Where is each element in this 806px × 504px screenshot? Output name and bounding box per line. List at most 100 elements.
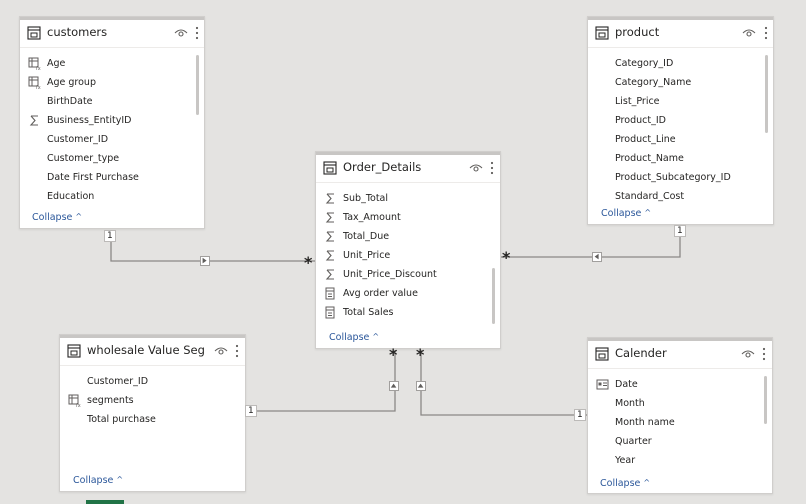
collapse-label: Collapse [329, 332, 370, 343]
relationship-line-wholesale [245, 350, 396, 412]
field-row[interactable]: Product_Line [588, 131, 763, 150]
field-row[interactable]: fx Age group [20, 74, 194, 93]
field-label: Date First Purchase [47, 172, 139, 183]
calculated-column-icon: fx [28, 57, 41, 70]
field-label: Unit_Price [343, 250, 391, 261]
field-row[interactable]: Total_Due [316, 228, 490, 247]
card-title: Order_Details [343, 160, 422, 174]
collapse-link[interactable]: Collapse ^ [73, 475, 123, 486]
visibility-eye-icon[interactable] [741, 349, 755, 359]
field-list[interactable]: Date Month Month name Quarter Year [588, 376, 772, 472]
table-icon [595, 347, 609, 361]
card-header[interactable]: Calender [588, 341, 772, 369]
scrollbar[interactable] [764, 376, 767, 424]
field-list[interactable]: fx Age fx Age group BirthDate Business_Entity… [20, 55, 204, 207]
field-row[interactable]: Product_Subcategory_ID [588, 169, 763, 188]
card-header[interactable]: customers [20, 20, 204, 48]
field-row[interactable]: Total Sales [316, 304, 490, 323]
field-row[interactable]: Tax_Amount [316, 209, 490, 228]
card-header[interactable]: product [588, 20, 773, 48]
field-row[interactable]: Date First Purchase [20, 169, 194, 188]
field-row[interactable]: Avg order value [316, 285, 490, 304]
scrollbar[interactable] [196, 55, 199, 115]
field-label: segments [87, 395, 134, 406]
table-card-product[interactable]: product Category_ID Category_Name List_Pri… [587, 16, 774, 225]
cardinality-one-product: 1 [674, 225, 686, 237]
collapse-label: Collapse [32, 212, 73, 223]
more-options-icon[interactable] [490, 161, 494, 175]
field-row[interactable]: Customer_type [20, 150, 194, 169]
calculated-column-icon: fx [28, 76, 41, 89]
visibility-eye-icon[interactable] [214, 346, 228, 356]
scrollbar[interactable] [492, 268, 495, 324]
field-row[interactable]: Business_EntityID [20, 112, 194, 131]
field-row[interactable]: BirthDate [20, 93, 194, 112]
field-row[interactable]: Unit_Price [316, 247, 490, 266]
scrollbar[interactable] [765, 55, 768, 133]
field-list[interactable]: Sub_Total Tax_Amount Total_Due Unit_Price Un… [316, 190, 500, 324]
field-row[interactable]: Standard_Cost [588, 188, 763, 203]
field-label: Customer_ID [87, 376, 149, 387]
field-label: Total Sales [343, 307, 394, 318]
more-options-icon[interactable] [762, 347, 766, 361]
field-row[interactable]: Year [588, 452, 762, 471]
card-title: product [615, 25, 660, 39]
calculated-column-icon: fx [68, 394, 81, 407]
field-row[interactable]: Product_Name [588, 150, 763, 169]
visibility-eye-icon[interactable] [174, 28, 188, 38]
field-label: Sub_Total [343, 193, 389, 204]
field-row[interactable]: List_Price [588, 93, 763, 112]
svg-text:fx: fx [36, 66, 41, 70]
field-row[interactable]: fx Age [20, 55, 194, 74]
table-card-calender[interactable]: Calender Date Month Month name Quarter Year … [587, 337, 773, 494]
field-row[interactable]: Education [20, 188, 194, 207]
field-row[interactable]: fx segments [60, 392, 235, 411]
filter-direction-arrow-icon[interactable] [416, 381, 426, 391]
field-row[interactable]: Category_Name [588, 74, 763, 93]
visibility-eye-icon[interactable] [742, 28, 756, 38]
field-label: BirthDate [47, 96, 93, 107]
table-card-order-details[interactable]: Order_Details Sub_Total Tax_Amount Total_D… [315, 151, 501, 349]
table-icon [27, 26, 41, 40]
table-icon [67, 344, 81, 358]
table-card-customers[interactable]: customers fx Age fx Age group BirthDate Busin… [19, 16, 205, 229]
more-options-icon[interactable] [195, 26, 199, 40]
visibility-eye-icon[interactable] [469, 163, 483, 173]
field-row[interactable]: Unit_Price_Discount [316, 266, 490, 285]
collapse-label: Collapse [600, 478, 641, 489]
field-label: Quarter [615, 436, 652, 447]
collapse-link[interactable]: Collapse ^ [601, 208, 651, 219]
collapse-link[interactable]: Collapse ^ [32, 212, 82, 223]
field-list[interactable]: Category_ID Category_Name List_Price Produc… [588, 55, 773, 203]
field-row[interactable]: Quarter [588, 433, 762, 452]
card-title: wholesale Value Seg... [87, 343, 205, 357]
collapse-link[interactable]: Collapse ^ [600, 478, 650, 489]
page-tab-indicator[interactable] [86, 500, 124, 504]
field-row[interactable]: Total purchase [60, 411, 235, 430]
more-options-icon[interactable] [764, 26, 768, 40]
filter-direction-arrow-icon[interactable] [200, 256, 210, 266]
field-label: Unit_Price_Discount [343, 269, 437, 280]
card-header[interactable]: wholesale Value Seg... [60, 338, 245, 366]
field-label: Month name [615, 417, 675, 428]
filter-direction-arrow-icon[interactable] [389, 381, 399, 391]
field-row[interactable]: Month name [588, 414, 762, 433]
field-list[interactable]: Customer_IDfx segments Total purchase [60, 373, 245, 433]
collapse-link[interactable]: Collapse ^ [329, 332, 379, 343]
field-row[interactable]: Customer_ID [60, 373, 235, 392]
field-row[interactable]: Date [588, 376, 762, 395]
collapse-label: Collapse [601, 208, 642, 219]
table-card-wholesale-value-segments[interactable]: wholesale Value Seg... Customer_IDfx segm… [59, 334, 246, 492]
model-canvas[interactable]: customers fx Age fx Age group BirthDate Busin… [0, 0, 806, 504]
filter-direction-arrow-icon[interactable] [592, 252, 602, 262]
table-icon [323, 161, 337, 175]
card-title: Calender [615, 346, 667, 360]
card-header[interactable]: Order_Details [316, 155, 500, 183]
more-options-icon[interactable] [235, 344, 239, 358]
field-row[interactable]: Customer_ID [20, 131, 194, 150]
sigma-icon [325, 269, 334, 280]
field-row[interactable]: Category_ID [588, 55, 763, 74]
field-row[interactable]: Sub_Total [316, 190, 490, 209]
field-row[interactable]: Product_ID [588, 112, 763, 131]
field-row[interactable]: Month [588, 395, 762, 414]
